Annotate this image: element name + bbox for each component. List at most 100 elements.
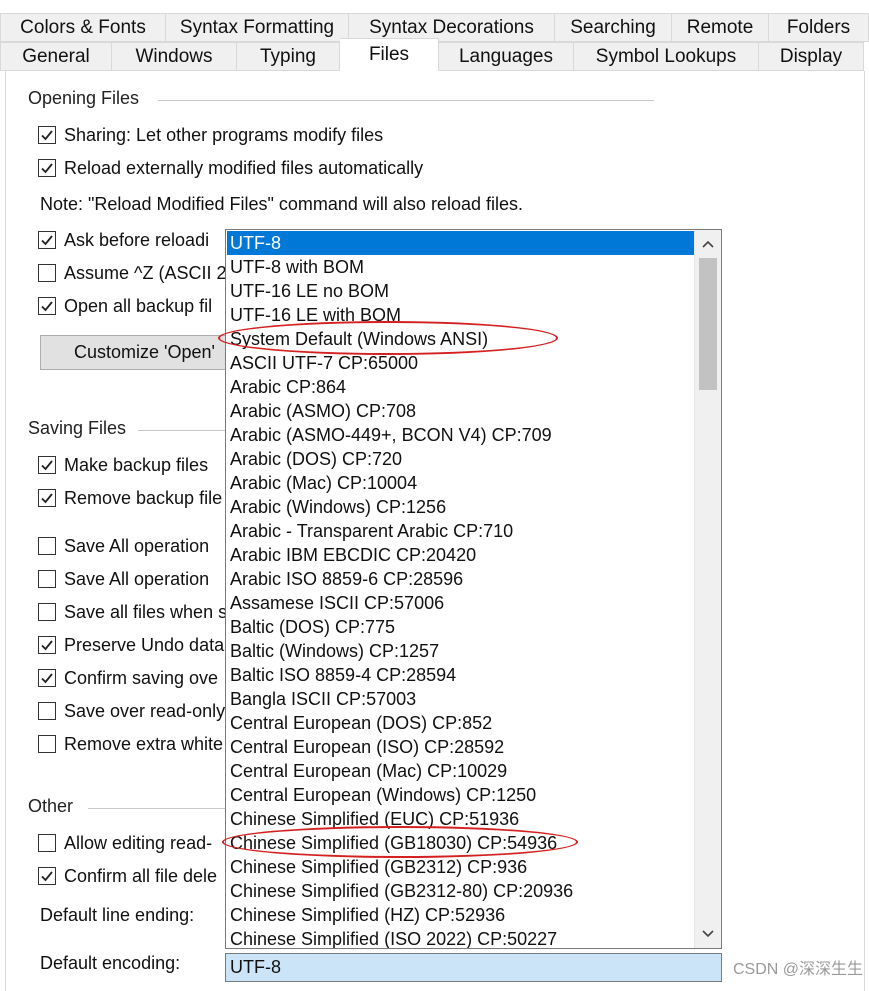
make-backup-checkbox[interactable] — [38, 456, 56, 474]
scroll-up-icon[interactable] — [695, 232, 721, 256]
save-all-files-row[interactable]: Save all files when s — [38, 599, 227, 625]
watermark: CSDN @深深生生 — [732, 961, 863, 978]
tab-searching[interactable]: Searching — [555, 13, 672, 42]
tab-windows[interactable]: Windows — [112, 42, 237, 71]
opening-files-divider — [158, 100, 654, 101]
open-backup-label: Open all backup fil — [64, 295, 213, 316]
encoding-option[interactable]: Baltic ISO 8859-4 CP:28594 — [227, 663, 694, 687]
assume-checkbox-row[interactable]: Assume ^Z (ASCII 2 — [38, 260, 226, 286]
encoding-option[interactable]: Arabic IBM EBCDIC CP:20420 — [227, 543, 694, 567]
encoding-option[interactable]: Chinese Simplified (EUC) CP:51936 — [227, 807, 694, 831]
encoding-option[interactable]: Central European (ISO) CP:28592 — [227, 735, 694, 759]
save-all-1-row[interactable]: Save All operation — [38, 533, 209, 559]
other-title: Other — [28, 796, 74, 816]
encoding-option[interactable]: UTF-16 LE with BOM — [227, 303, 694, 327]
save-all-2-checkbox[interactable] — [38, 570, 56, 588]
save-all-files-checkbox[interactable] — [38, 603, 56, 621]
tab-remote[interactable]: Remote — [672, 13, 769, 42]
make-backup-row[interactable]: Make backup files — [38, 452, 208, 478]
encoding-option[interactable]: Bangla ISCII CP:57003 — [227, 687, 694, 711]
tab-display[interactable]: Display — [759, 42, 864, 71]
encoding-option[interactable]: Arabic ISO 8859-6 CP:28596 — [227, 567, 694, 591]
save-all-files-label: Save all files when s — [64, 601, 228, 622]
sharing-checkbox[interactable] — [38, 126, 56, 144]
allow-editing-row[interactable]: Allow editing read- — [38, 830, 212, 856]
save-all-2-label: Save All operation — [64, 568, 210, 589]
encoding-combobox[interactable]: UTF-8 — [225, 953, 722, 982]
remove-backup-row[interactable]: Remove backup file — [38, 485, 222, 511]
encoding-option[interactable]: Arabic (DOS) CP:720 — [227, 447, 694, 471]
tab-languages[interactable]: Languages — [439, 42, 574, 71]
tab-syntax-formatting[interactable]: Syntax Formatting — [166, 13, 349, 42]
opening-files-title: Opening Files — [28, 88, 140, 108]
encoding-option[interactable]: Chinese Simplified (GB18030) CP:54936 — [227, 831, 694, 855]
confirm-saving-label: Confirm saving ove — [64, 667, 219, 688]
tab-typing[interactable]: Typing — [237, 42, 340, 71]
confirm-delete-label: Confirm all file dele — [64, 865, 218, 886]
encoding-option[interactable]: Arabic (Mac) CP:10004 — [227, 471, 694, 495]
confirm-delete-row[interactable]: Confirm all file dele — [38, 863, 217, 889]
save-readonly-checkbox[interactable] — [38, 702, 56, 720]
save-readonly-label: Save over read-only — [64, 700, 226, 721]
allow-editing-label: Allow editing read- — [64, 832, 213, 853]
save-all-1-checkbox[interactable] — [38, 537, 56, 555]
encoding-option[interactable]: Central European (Mac) CP:10029 — [227, 759, 694, 783]
encoding-option[interactable]: Chinese Simplified (ISO 2022) CP:50227 — [227, 927, 694, 948]
saving-files-divider — [138, 430, 226, 431]
assume-label: Assume ^Z (ASCII 2 — [64, 262, 227, 283]
encoding-dropdown-list[interactable]: UTF-8 UTF-8 with BOM UTF-16 LE no BOM UTF-1… — [225, 229, 722, 949]
encoding-option[interactable]: System Default (Windows ANSI) — [227, 327, 694, 351]
save-all-2-row[interactable]: Save All operation — [38, 566, 209, 592]
encoding-option[interactable]: Arabic (ASMO-449+, BCON V4) CP:709 — [227, 423, 694, 447]
encoding-option[interactable]: Chinese Simplified (HZ) CP:52936 — [227, 903, 694, 927]
tab-files[interactable]: Files — [340, 38, 439, 71]
remove-backup-checkbox[interactable] — [38, 489, 56, 507]
encoding-option[interactable]: Arabic CP:864 — [227, 375, 694, 399]
encoding-option[interactable]: UTF-8 — [227, 231, 694, 255]
remove-extra-checkbox[interactable] — [38, 735, 56, 753]
tab-colors-fonts[interactable]: Colors & Fonts — [0, 13, 166, 42]
preserve-undo-checkbox[interactable] — [38, 636, 56, 654]
save-readonly-row[interactable]: Save over read-only — [38, 698, 225, 724]
ask-checkbox[interactable] — [38, 231, 56, 249]
sharing-label: Sharing: Let other programs modify files — [64, 124, 384, 145]
assume-checkbox[interactable] — [38, 264, 56, 282]
encoding-option[interactable]: Assamese ISCII CP:57006 — [227, 591, 694, 615]
encoding-option[interactable]: Central European (DOS) CP:852 — [227, 711, 694, 735]
open-backup-checkbox[interactable] — [38, 297, 56, 315]
encoding-option[interactable]: Chinese Simplified (GB2312-80) CP:20936 — [227, 879, 694, 903]
encoding-option[interactable]: Arabic (ASMO) CP:708 — [227, 399, 694, 423]
encoding-option[interactable]: Arabic - Transparent Arabic CP:710 — [227, 519, 694, 543]
allow-editing-checkbox[interactable] — [38, 834, 56, 852]
scrollbar-thumb[interactable] — [699, 258, 717, 390]
encoding-option[interactable]: Central European (Windows) CP:1250 — [227, 783, 694, 807]
tab-folders[interactable]: Folders — [769, 13, 869, 42]
confirm-saving-checkbox[interactable] — [38, 669, 56, 687]
encoding-option[interactable]: Baltic (DOS) CP:775 — [227, 615, 694, 639]
ask-checkbox-row[interactable]: Ask before reloadi — [38, 227, 209, 253]
reload-checkbox-row[interactable]: Reload externally modified files automat… — [38, 155, 423, 181]
reload-checkbox[interactable] — [38, 159, 56, 177]
line-ending-label: Default line ending: — [40, 905, 195, 925]
encoding-option[interactable]: Baltic (Windows) CP:1257 — [227, 639, 694, 663]
encoding-options: UTF-8 UTF-8 with BOM UTF-16 LE no BOM UTF-1… — [227, 231, 694, 948]
remove-extra-row[interactable]: Remove extra white — [38, 731, 223, 757]
save-all-1-label: Save All operation — [64, 535, 210, 556]
encoding-option[interactable]: Arabic (Windows) CP:1256 — [227, 495, 694, 519]
preserve-undo-row[interactable]: Preserve Undo data — [38, 632, 224, 658]
tab-symbol-lookups[interactable]: Symbol Lookups — [574, 42, 759, 71]
scroll-down-icon[interactable] — [695, 922, 721, 946]
reload-note: Note: "Reload Modified Files" command wi… — [40, 194, 523, 214]
tab-row-top: Colors & Fonts Syntax Formatting Syntax … — [0, 13, 869, 42]
encoding-option[interactable]: Chinese Simplified (GB2312) CP:936 — [227, 855, 694, 879]
dropdown-scrollbar[interactable] — [694, 230, 721, 948]
encoding-option[interactable]: UTF-8 with BOM — [227, 255, 694, 279]
encoding-option[interactable]: ASCII UTF-7 CP:65000 — [227, 351, 694, 375]
tab-general[interactable]: General — [0, 42, 112, 71]
sharing-checkbox-row[interactable]: Sharing: Let other programs modify files — [38, 122, 383, 148]
encoding-option[interactable]: UTF-16 LE no BOM — [227, 279, 694, 303]
remove-backup-label: Remove backup file — [64, 487, 223, 508]
open-backup-checkbox-row[interactable]: Open all backup fil — [38, 293, 212, 319]
confirm-delete-checkbox[interactable] — [38, 867, 56, 885]
confirm-saving-row[interactable]: Confirm saving ove — [38, 665, 218, 691]
